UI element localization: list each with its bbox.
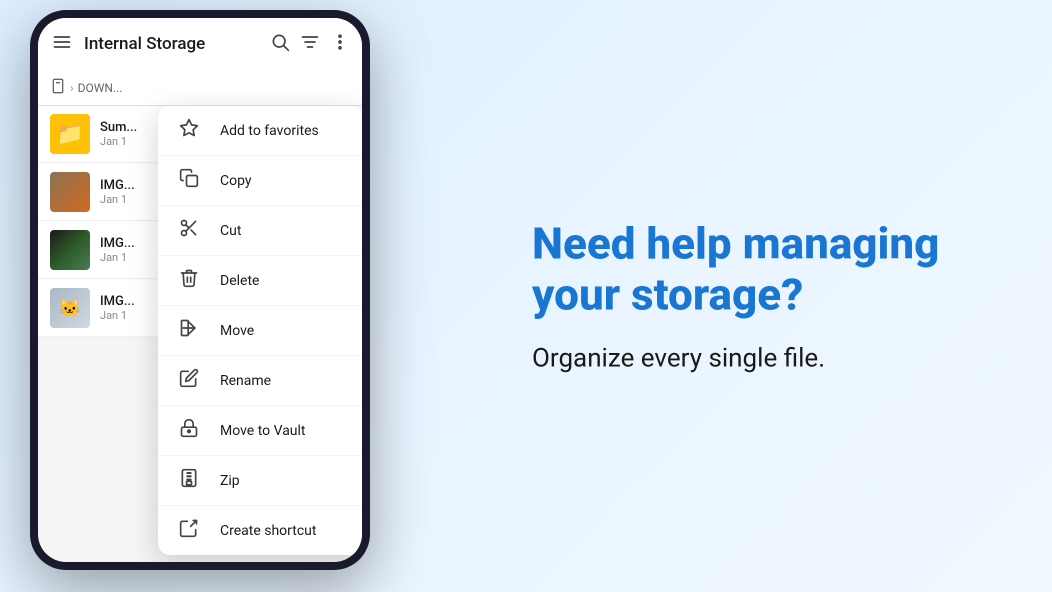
more-icon[interactable]	[330, 32, 350, 57]
menu-item-rename[interactable]: Rename	[158, 356, 362, 406]
app-bar-actions	[270, 32, 350, 57]
cut-label: Cut	[220, 223, 241, 239]
create-shortcut-label: Create shortcut	[220, 523, 316, 539]
context-menu: Add to favorites Copy Cut	[158, 106, 362, 555]
app-bar: Internal Storage	[38, 18, 362, 70]
menu-item-add-to-favorites[interactable]: Add to favorites	[158, 106, 362, 156]
menu-item-delete[interactable]: Delete	[158, 256, 362, 306]
promo-subtext: Organize every single file.	[532, 344, 1012, 374]
promo-headline: Need help managing your storage?	[532, 218, 1012, 319]
scissors-icon	[178, 218, 200, 243]
lock-icon	[178, 418, 200, 443]
device-icon	[50, 78, 66, 98]
menu-item-move[interactable]: Move	[158, 306, 362, 356]
copy-label: Copy	[220, 173, 252, 189]
menu-item-cut[interactable]: Cut	[158, 206, 362, 256]
menu-icon[interactable]	[50, 32, 74, 57]
copy-icon	[178, 168, 200, 193]
menu-item-create-shortcut[interactable]: Create shortcut	[158, 506, 362, 555]
phone-shell: Internal Storage ›	[30, 10, 370, 570]
img-thumb-1	[50, 172, 90, 212]
img-thumb-3: 🐱	[50, 288, 90, 328]
menu-item-zip[interactable]: Zip	[158, 456, 362, 506]
move-icon	[178, 318, 200, 343]
star-icon	[178, 118, 200, 143]
breadcrumb-text: DOWN...	[78, 81, 123, 95]
zip-label: Zip	[220, 473, 240, 489]
folder-thumb: 📁	[50, 114, 90, 154]
menu-item-copy[interactable]: Copy	[158, 156, 362, 206]
menu-item-move-to-vault[interactable]: Move to Vault	[158, 406, 362, 456]
edit-icon	[178, 368, 200, 393]
img-thumb-2	[50, 230, 90, 270]
shortcut-icon	[178, 518, 200, 543]
zip-icon	[178, 468, 200, 493]
app-title: Internal Storage	[84, 34, 260, 54]
move-label: Move	[220, 323, 254, 339]
move-to-vault-label: Move to Vault	[220, 423, 306, 439]
phone-screen: Internal Storage ›	[38, 18, 362, 562]
delete-label: Delete	[220, 273, 259, 289]
search-icon[interactable]	[270, 32, 290, 57]
promo-section: Need help managing your storage? Organiz…	[532, 218, 1012, 373]
add-to-favorites-label: Add to favorites	[220, 123, 319, 139]
chevron-icon: ›	[70, 81, 74, 95]
trash-icon	[178, 268, 200, 293]
phone-container: Internal Storage ›	[30, 10, 380, 582]
breadcrumb: › DOWN...	[38, 70, 362, 106]
sort-icon[interactable]	[300, 32, 320, 57]
rename-label: Rename	[220, 373, 271, 389]
